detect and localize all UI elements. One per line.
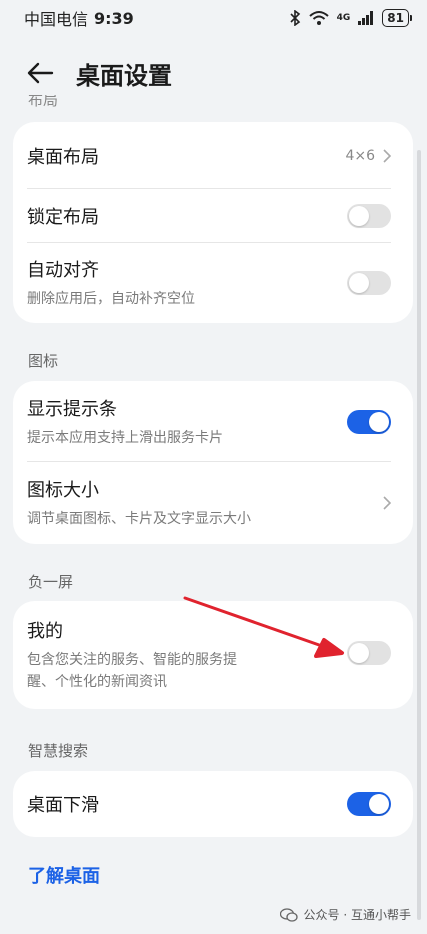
row-title: 自动对齐 — [27, 260, 99, 281]
bluetooth-icon — [290, 10, 300, 26]
row-auto-align: 自动对齐 删除应用后，自动补齐空位 — [13, 243, 413, 323]
row-title: 我的 — [27, 621, 63, 642]
icons-card: 显示提示条 提示本应用支持上滑出服务卡片 图标大小 调节桌面图标、卡片及文字显示… — [13, 381, 413, 544]
scrollbar[interactable] — [417, 150, 421, 920]
row-title: 桌面下滑 — [27, 795, 99, 816]
row-subtitle: 调节桌面图标、卡片及文字显示大小 — [27, 511, 251, 527]
wifi-icon — [308, 11, 329, 25]
section-header-smart-search: 智慧搜索 — [28, 742, 89, 760]
row-title: 桌面布局 — [27, 146, 99, 168]
row-title: 锁定布局 — [27, 207, 99, 228]
lock-layout-toggle[interactable] — [347, 204, 391, 228]
title-bar: 桌面设置 — [0, 50, 427, 96]
wechat-icon — [279, 907, 298, 922]
layout-card: 桌面布局 4×6 锁定布局 自动对齐 删除应用后，自动补齐空位 — [13, 122, 413, 323]
row-subtitle-line1: 包含您关注的服务、智能的服务提 — [27, 652, 237, 668]
row-lock-layout: 锁定布局 — [13, 189, 413, 243]
row-desktop-swipe-down: 桌面下滑 — [13, 771, 413, 837]
row-title: 显示提示条 — [27, 398, 117, 420]
row-title: 图标大小 — [27, 480, 99, 501]
my-toggle[interactable] — [347, 641, 391, 665]
auto-align-toggle[interactable] — [347, 271, 391, 295]
show-hint-bar-toggle[interactable] — [347, 409, 391, 434]
row-my: 我的 包含您关注的服务、智能的服务提 醒、个性化的新闻资讯 — [13, 601, 413, 709]
row-desktop-layout[interactable]: 桌面布局 4×6 — [13, 122, 413, 189]
section-header-icons: 图标 — [28, 352, 59, 370]
smart-search-card: 桌面下滑 — [13, 771, 413, 837]
section-header-layout: 布局 — [28, 95, 59, 107]
desktop-swipe-down-toggle[interactable] — [347, 792, 391, 816]
row-show-hint-bar: 显示提示条 提示本应用支持上滑出服务卡片 — [13, 381, 413, 462]
chevron-right-icon — [383, 148, 391, 163]
battery-indicator: 81 — [382, 9, 412, 27]
signal-icon — [358, 11, 374, 25]
watermark-text: 公众号 · 互通小帮手 — [303, 908, 411, 922]
watermark: 公众号 · 互通小帮手 — [279, 906, 411, 923]
chevron-right-icon — [383, 496, 391, 510]
clock: 9:39 — [94, 8, 134, 28]
row-subtitle-line2: 醒、个性化的新闻资讯 — [27, 674, 167, 690]
row-icon-size[interactable]: 图标大小 调节桌面图标、卡片及文字显示大小 — [13, 462, 413, 544]
carrier-label: 中国电信 — [24, 10, 89, 29]
learn-desktop-link[interactable]: 了解桌面 — [28, 862, 100, 888]
back-arrow-icon[interactable] — [26, 58, 56, 88]
layout-value: 4×6 — [345, 147, 375, 164]
row-subtitle: 删除应用后，自动补齐空位 — [27, 291, 195, 307]
status-bar: 中国电信 9:39 4G 81 — [0, 0, 427, 36]
network-label: 4G — [336, 13, 351, 23]
page-title: 桌面设置 — [76, 61, 172, 90]
row-subtitle: 提示本应用支持上滑出服务卡片 — [27, 429, 223, 446]
row-subtitle: 包含您关注的服务、智能的服务提 醒、个性化的新闻资讯 — [27, 649, 347, 693]
section-header-minus-one: 负一屏 — [28, 573, 74, 591]
minus-one-card: 我的 包含您关注的服务、智能的服务提 醒、个性化的新闻资讯 — [13, 601, 413, 709]
